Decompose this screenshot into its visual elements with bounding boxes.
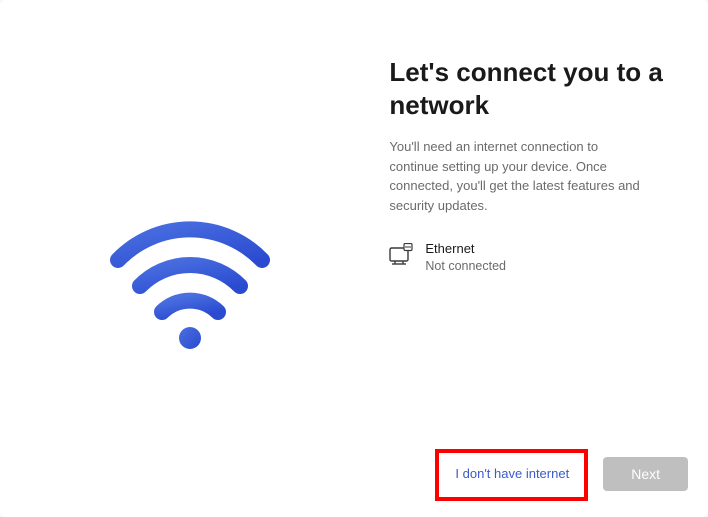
connection-status: Not connected <box>425 258 506 274</box>
illustration-pane <box>0 0 389 517</box>
page-title: Let's connect you to a network <box>389 56 668 121</box>
connection-name: Ethernet <box>425 241 506 258</box>
oobe-network-window: Let's connect you to a network You'll ne… <box>0 0 708 517</box>
wifi-icon <box>110 220 270 355</box>
connection-ethernet-item[interactable]: Ethernet Not connected <box>389 237 668 278</box>
next-button[interactable]: Next <box>603 457 688 491</box>
content-pane: Let's connect you to a network You'll ne… <box>389 0 708 517</box>
ethernet-icon <box>389 243 413 270</box>
footer-actions: I don't have internet Next <box>437 456 688 491</box>
no-internet-button[interactable]: I don't have internet <box>437 456 587 491</box>
connection-label-group: Ethernet Not connected <box>425 241 506 274</box>
page-description: You'll need an internet connection to co… <box>389 137 649 215</box>
